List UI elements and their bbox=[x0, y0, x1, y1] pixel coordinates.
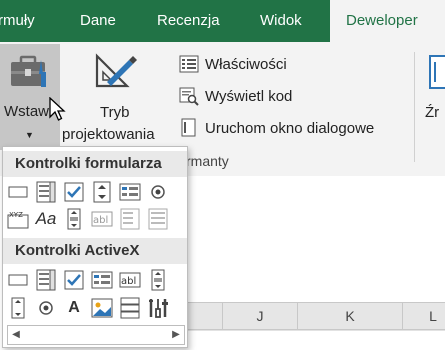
run-dialog-button[interactable]: Uruchom okno dialogowe bbox=[178, 115, 374, 141]
toolbox-icon bbox=[8, 54, 52, 95]
view-code-icon bbox=[178, 85, 200, 107]
toggle-button-icon[interactable] bbox=[7, 297, 29, 319]
activex-label-icon[interactable]: A bbox=[63, 297, 85, 319]
svg-text:abl: abl bbox=[121, 276, 136, 287]
grid-line bbox=[187, 330, 445, 331]
ribbon-tab-bar: rmuły Dane Recenzja Widok Deweloper bbox=[0, 0, 445, 42]
activex-list-box-icon[interactable] bbox=[91, 269, 113, 291]
check-box-icon[interactable] bbox=[63, 181, 85, 203]
design-mode-label-2: projektowania bbox=[62, 126, 155, 143]
form-controls-header: Kontrolki formularza bbox=[3, 151, 187, 177]
image-icon[interactable] bbox=[91, 297, 113, 319]
gallery-scrollbar[interactable]: ◀ ▶ bbox=[7, 325, 185, 345]
list-box-icon[interactable] bbox=[119, 181, 141, 203]
properties-icon bbox=[178, 53, 200, 75]
more-controls-icon[interactable] bbox=[147, 297, 169, 319]
scroll-left-icon[interactable]: ◀ bbox=[8, 326, 24, 344]
insert-controls-gallery: Kontrolki formularza XYZ Aa abl Kontrolk… bbox=[2, 146, 188, 348]
source-button[interactable]: Źr bbox=[420, 44, 445, 150]
scroll-bar-icon[interactable] bbox=[63, 208, 85, 230]
column-header-j[interactable]: J bbox=[222, 302, 297, 330]
source-label: Źr bbox=[425, 104, 440, 121]
view-code-button[interactable]: Wyświetl kod bbox=[178, 83, 292, 109]
properties-button[interactable]: Właściwości bbox=[178, 51, 287, 77]
tab-developer[interactable]: Deweloper bbox=[330, 0, 445, 42]
view-code-label: Wyświetl kod bbox=[205, 87, 293, 105]
button-icon[interactable] bbox=[7, 181, 29, 203]
activex-combo-box-icon[interactable] bbox=[35, 269, 57, 291]
column-header-k[interactable]: K bbox=[297, 302, 402, 330]
design-mode-label-1: Tryb bbox=[100, 104, 130, 121]
xml-source-icon bbox=[428, 54, 445, 95]
tab-review[interactable]: Recenzja bbox=[157, 0, 237, 42]
command-button-icon[interactable] bbox=[7, 269, 29, 291]
group-box-icon[interactable]: XYZ bbox=[7, 208, 29, 230]
svg-text:XYZ: XYZ bbox=[9, 211, 23, 219]
spin-button-icon[interactable] bbox=[91, 181, 113, 203]
column-header-l[interactable]: L bbox=[402, 302, 445, 330]
activex-spin-button-icon[interactable] bbox=[119, 297, 141, 319]
run-dialog-icon bbox=[178, 117, 200, 139]
svg-text:abl: abl bbox=[93, 215, 108, 226]
chevron-down-icon: ▼ bbox=[25, 130, 34, 140]
run-dialog-label: Uruchom okno dialogowe bbox=[205, 119, 375, 137]
design-mode-button[interactable]: Tryb projektowania bbox=[60, 44, 172, 150]
design-mode-icon bbox=[93, 52, 137, 97]
insert-controls-label: Wstaw bbox=[4, 103, 49, 120]
text-box-icon[interactable]: abl bbox=[119, 269, 141, 291]
mouse-cursor-icon bbox=[49, 96, 67, 127]
option-button-icon[interactable] bbox=[147, 181, 169, 203]
combo-box-icon[interactable] bbox=[35, 181, 57, 203]
activex-scroll-bar-icon[interactable] bbox=[147, 269, 169, 291]
tab-view[interactable]: Widok bbox=[260, 0, 320, 42]
combo-list-edit-icon[interactable] bbox=[119, 208, 141, 230]
properties-label: Właściwości bbox=[205, 55, 287, 73]
combo-dropdown-edit-icon[interactable] bbox=[147, 208, 169, 230]
scroll-right-icon[interactable]: ▶ bbox=[168, 326, 184, 344]
text-field-icon[interactable]: abl bbox=[91, 208, 113, 230]
activex-check-box-icon[interactable] bbox=[63, 269, 85, 291]
controls-group-label: rmanty bbox=[186, 153, 229, 169]
activex-option-button-icon[interactable] bbox=[35, 297, 57, 319]
activex-controls-header: Kontrolki ActiveX bbox=[3, 238, 187, 264]
tab-formulas[interactable]: rmuły bbox=[0, 0, 50, 42]
ribbon-separator bbox=[414, 52, 415, 162]
tab-data[interactable]: Dane bbox=[80, 0, 130, 42]
label-icon[interactable]: Aa bbox=[35, 208, 57, 230]
